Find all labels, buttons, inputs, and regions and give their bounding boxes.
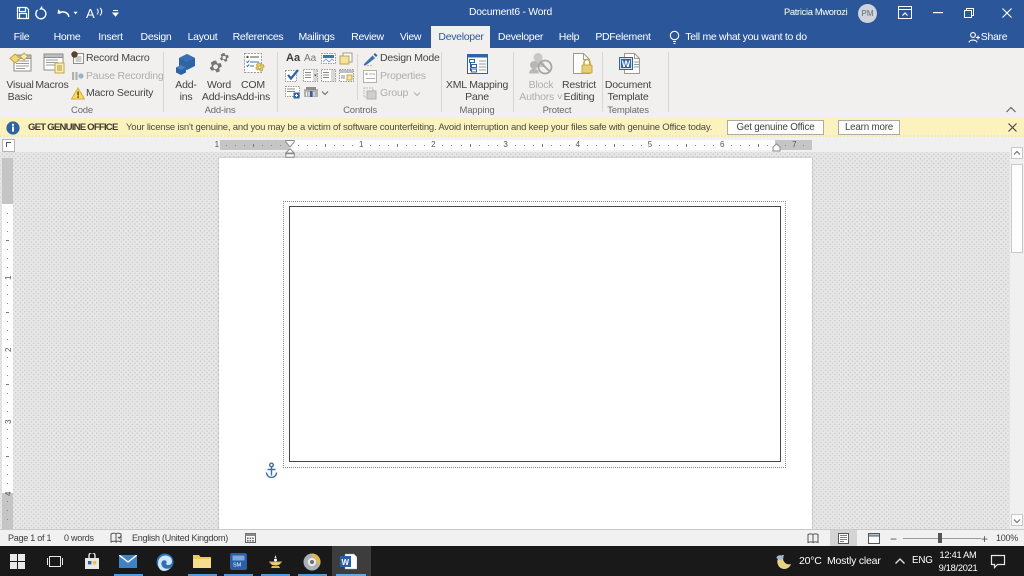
svg-text:W: W [342, 558, 350, 567]
svg-text:SM: SM [233, 563, 242, 569]
svg-text:W: W [622, 59, 631, 69]
